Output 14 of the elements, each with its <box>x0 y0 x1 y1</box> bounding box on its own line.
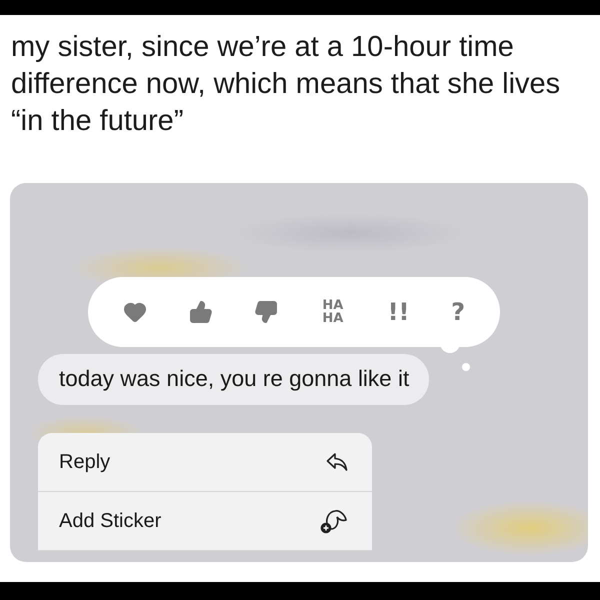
reply-icon <box>326 452 348 472</box>
reaction-label[interactable]: !! <box>388 300 410 324</box>
menu-item-label: Add Sticker <box>59 510 162 532</box>
thumbs-up-icon[interactable] <box>188 300 213 324</box>
sticker-icon <box>320 508 348 534</box>
menu-item[interactable]: Add Sticker <box>38 492 372 551</box>
reaction-label[interactable]: HA HA <box>320 299 346 325</box>
menu-item[interactable]: Reply <box>38 433 372 492</box>
reaction-label[interactable]: ? <box>451 300 466 324</box>
post-caption: my sister, since we’re at a 10-hour time difference now, which means that she lives “in the future” <box>11 30 562 139</box>
message-bubble[interactable]: today was nice, you re gonna like it <box>38 354 430 405</box>
thumbs-down-icon[interactable] <box>254 300 278 324</box>
menu-item-label: Reply <box>59 450 110 474</box>
heart-icon[interactable] <box>122 300 147 324</box>
